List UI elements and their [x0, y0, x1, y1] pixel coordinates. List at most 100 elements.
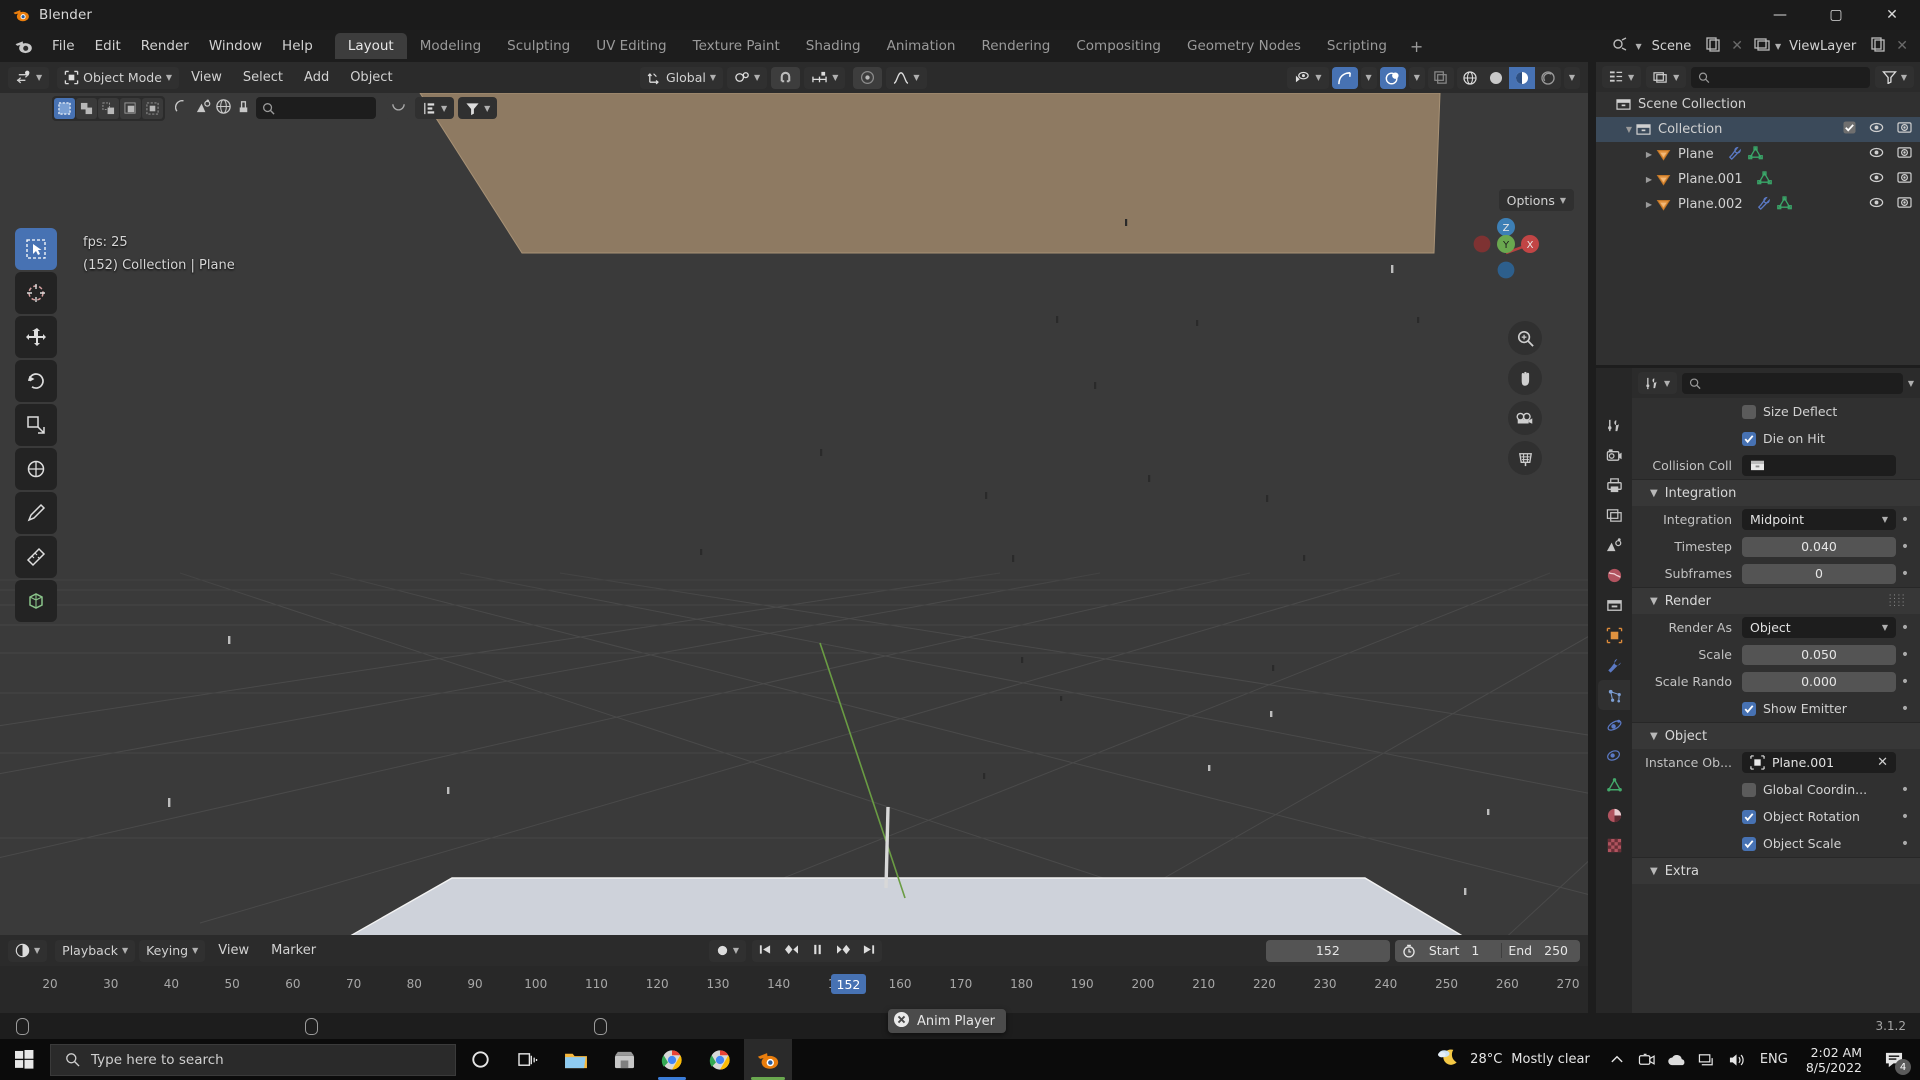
workspace-tab-modeling[interactable]: Modeling	[407, 33, 494, 59]
disable-in-renders-icon[interactable]	[1897, 171, 1912, 188]
exclude-checkbox[interactable]	[1843, 121, 1856, 138]
pan-navigate-icon[interactable]	[1508, 361, 1542, 395]
workspace-tab-compositing[interactable]: Compositing	[1063, 33, 1174, 59]
animate-property-dot[interactable]: •	[1896, 621, 1914, 635]
chrome-icon[interactable]	[696, 1039, 744, 1080]
outliner-panel[interactable]: ▼ ▼ ▼ Scene Collection ▼ Collection ▶ Plane ▶…	[1596, 62, 1920, 365]
editor-type-button[interactable]: ▼	[8, 66, 50, 89]
scene-name[interactable]: Scene	[1652, 39, 1692, 54]
overlay-settings-dropdown[interactable]: ▼	[1408, 66, 1425, 89]
clear-object-icon[interactable]: ✕	[1877, 755, 1888, 770]
outliner-row-plane-001[interactable]: ▶ Plane.001	[1596, 167, 1920, 192]
animate-property-dot[interactable]: •	[1896, 567, 1914, 581]
scene-tab[interactable]	[1598, 530, 1630, 560]
chrome-dev-icon[interactable]	[648, 1039, 696, 1080]
transform-orientation-dropdown[interactable]: Global ▼	[640, 66, 724, 89]
properties-editor-type-button[interactable]: ▼	[1638, 372, 1678, 394]
hide-in-viewport-icon[interactable]	[1869, 171, 1884, 188]
checkbox-object-rotation[interactable]: Object Rotation	[1742, 809, 1896, 824]
blender-menu-icon[interactable]	[14, 37, 33, 56]
constraints-tab[interactable]	[1598, 740, 1630, 770]
shading-solid-button[interactable]	[1482, 66, 1509, 89]
language-indicator[interactable]: ENG	[1752, 1052, 1796, 1067]
outliner-row-collection[interactable]: ▼ Collection	[1596, 117, 1920, 142]
shading-settings-dropdown[interactable]: ▼	[1563, 66, 1580, 89]
anim-player-window-chip[interactable]: Anim Player	[888, 1009, 1006, 1033]
network-icon[interactable]	[1692, 1039, 1722, 1080]
collection-tab[interactable]	[1598, 590, 1630, 620]
mesh-data-icon[interactable]	[1756, 170, 1772, 189]
scale-value-field[interactable]: 0.050	[1742, 644, 1896, 665]
select-set-button[interactable]	[54, 97, 75, 119]
shading-rendered-button[interactable]	[1534, 66, 1561, 89]
checkbox-object-scale[interactable]: Object Scale	[1742, 836, 1896, 851]
navigation-gizmo[interactable]: Z X Y	[1466, 213, 1546, 293]
show-overlays-toggle[interactable]	[1379, 66, 1406, 89]
start-frame-value[interactable]: 1	[1465, 943, 1501, 958]
world-tab[interactable]	[1598, 560, 1630, 590]
disable-in-renders-icon[interactable]	[1897, 196, 1912, 213]
animate-property-dot[interactable]: •	[1896, 513, 1914, 527]
render-as-dropdown[interactable]: Object ▼	[1742, 617, 1896, 638]
particles-tab[interactable]	[1598, 680, 1630, 710]
keying-dropdown[interactable]: Keying ▼	[139, 939, 206, 962]
world-icon[interactable]	[215, 98, 232, 119]
animate-property-dot[interactable]: •	[1896, 648, 1914, 662]
timeline-ruler[interactable]: 2030405060708090100110120130140150160170…	[0, 966, 1588, 1013]
menu-help[interactable]: Help	[272, 35, 323, 57]
texture-tab[interactable]	[1598, 830, 1630, 860]
instance-object-field[interactable]: Plane.001 ✕	[1742, 752, 1896, 773]
integration-dropdown[interactable]: Midpoint ▼	[1742, 509, 1896, 530]
scale-rando-value-field[interactable]: 0.000	[1742, 671, 1896, 692]
timestep-value-field[interactable]: 0.040	[1742, 536, 1896, 557]
checkbox-unchecked-icon[interactable]	[1742, 782, 1756, 797]
show-gizmo-toggle[interactable]	[1331, 66, 1358, 89]
previous-keyframe-button[interactable]	[778, 943, 804, 959]
hide-in-viewport-icon[interactable]	[1869, 196, 1884, 213]
view-layer-name[interactable]: ViewLayer	[1789, 39, 1856, 54]
transport-buttons[interactable]	[752, 939, 883, 962]
menu-window[interactable]: Window	[199, 35, 272, 57]
snap-settings-dropdown[interactable]: ▼	[804, 66, 846, 89]
timeline-menu-marker[interactable]: Marker	[262, 940, 325, 961]
snap-magnet-toggle[interactable]	[771, 66, 801, 89]
new-view-layer-icon[interactable]	[1866, 36, 1890, 56]
jump-to-start-button[interactable]	[752, 943, 778, 959]
render-tab[interactable]	[1598, 440, 1630, 470]
checkbox-checked-icon[interactable]	[1742, 701, 1756, 716]
viewport-search-input[interactable]	[256, 97, 376, 119]
new-scene-icon[interactable]	[1701, 36, 1725, 56]
timeline-editor-type-button[interactable]: ▼	[8, 939, 48, 962]
add-workspace-button[interactable]: +	[1400, 35, 1433, 58]
view-object-types-icon[interactable]	[174, 98, 192, 119]
delete-view-layer-icon[interactable]: ✕	[1890, 38, 1914, 54]
checkbox-global-coordin[interactable]: Global Coordin...	[1742, 782, 1896, 797]
camera-view-icon[interactable]	[1508, 401, 1542, 435]
outliner-row-plane[interactable]: ▶ Plane	[1596, 142, 1920, 167]
disable-in-renders-icon[interactable]	[1897, 121, 1912, 138]
animate-property-dot[interactable]: •	[1896, 783, 1914, 797]
data-tab[interactable]	[1598, 770, 1630, 800]
maximize-button[interactable]: ▢	[1808, 0, 1864, 30]
scene-chevron-icon[interactable]: ▼	[1635, 42, 1641, 51]
menu-edit[interactable]: Edit	[85, 35, 131, 57]
close-icon[interactable]	[893, 1011, 910, 1032]
animate-property-dot[interactable]: •	[1896, 675, 1914, 689]
properties-search-input[interactable]	[1682, 372, 1903, 394]
outliner-row-plane-002[interactable]: ▶ Plane.002	[1596, 192, 1920, 217]
disclosure-closed-icon[interactable]: ▶	[1642, 150, 1656, 159]
workspace-tab-texture-paint[interactable]: Texture Paint	[680, 33, 793, 59]
outliner-search-field[interactable]	[1715, 70, 1870, 84]
object-visibility-dropdown[interactable]: ▼	[1287, 66, 1329, 89]
view-layer-chevron-icon[interactable]: ▼	[1775, 42, 1781, 51]
scene-lighting-icon[interactable]	[195, 98, 212, 119]
cortana-icon[interactable]	[456, 1039, 504, 1080]
mesh-data-icon[interactable]	[1747, 145, 1763, 164]
disclosure-closed-icon[interactable]: ▶	[1642, 200, 1656, 209]
outliner-row-scene-collection[interactable]: Scene Collection	[1596, 92, 1920, 117]
store-icon[interactable]	[600, 1039, 648, 1080]
scale-tool-button[interactable]	[15, 404, 57, 446]
volume-icon[interactable]	[1722, 1039, 1752, 1080]
jump-to-end-button[interactable]	[856, 943, 882, 959]
taskbar-search-box[interactable]: Type here to search	[50, 1043, 456, 1076]
